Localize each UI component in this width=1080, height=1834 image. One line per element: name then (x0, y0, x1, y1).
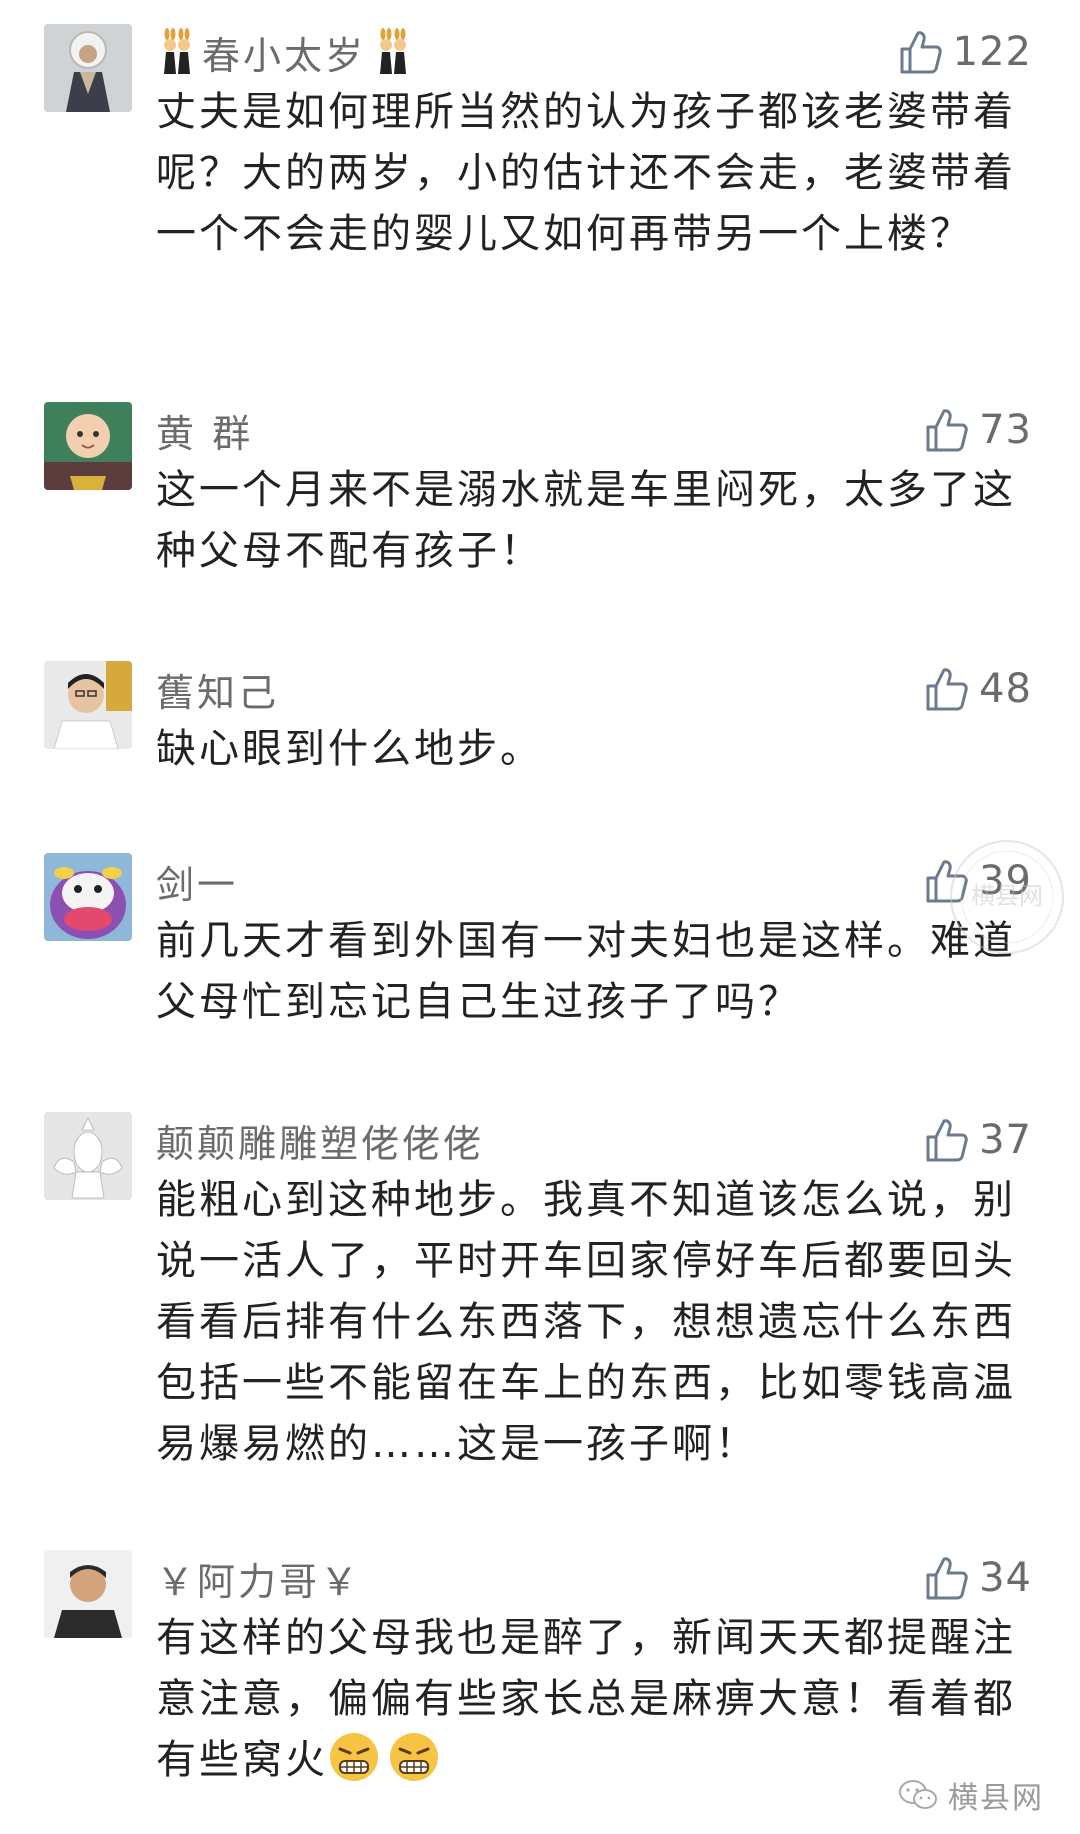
username[interactable]: ￥阿力哥￥ (156, 1551, 361, 1606)
like-button[interactable]: 73 (925, 404, 1032, 456)
like-count: 48 (979, 666, 1032, 712)
watermark-stamp-text: 横县网 (971, 883, 1043, 910)
grimacing-face-emoji (390, 1733, 438, 1781)
like-button[interactable]: 122 (899, 26, 1032, 78)
thumbs-up-icon (926, 668, 968, 711)
comment-header: 剑一 (156, 855, 238, 907)
bunny-girls-icon (164, 28, 190, 74)
username[interactable]: 黄 群 (156, 403, 253, 458)
comment-text: 这一个月来不是溺水就是车里闷死，太多了这种父母不配有孩子！ (156, 467, 1016, 574)
thumbs-up-icon (900, 31, 942, 74)
comment-header: 春小太岁 (156, 26, 412, 78)
like-count: 34 (979, 1555, 1032, 1601)
like-button[interactable]: 37 (925, 1114, 1032, 1166)
like-button[interactable]: 34 (925, 1552, 1032, 1604)
comment-text: 缺心眼到什么地步。 (156, 726, 543, 772)
like-button[interactable]: 48 (925, 663, 1032, 715)
like-count: 122 (952, 29, 1032, 75)
thumbs-up-icon (926, 409, 968, 452)
username[interactable]: 剑一 (156, 854, 238, 909)
comment-text-body: 有这样的父母我也是醉了，新闻天天都提醒注意注意，偏偏有些家长总是麻痹大意！看着都… (156, 1615, 1016, 1783)
comment-text: 前几天才看到外国有一对夫妇也是这样。难道父母忙到忘记自己生过孩子了吗？ (156, 918, 1016, 1025)
comment-text: 能粗心到这种地步。我真不知道该怎么说，别说一活人了，平时开车回家停好车后都要回头… (156, 1177, 1016, 1467)
username[interactable]: 春小太岁 (202, 25, 366, 80)
grimacing-face-emoji (330, 1733, 378, 1781)
comment-header: 黄 群 (156, 404, 253, 456)
avatar[interactable] (44, 1550, 132, 1638)
like-count: 73 (979, 407, 1032, 453)
like-count: 37 (979, 1117, 1032, 1163)
thumbs-up-icon (926, 1557, 968, 1600)
comment-list: 春小太岁 122 丈夫是如何理所当然的认为孩子都该老婆带着呢？大的两岁，小的估计… (0, 0, 1080, 1834)
thumbs-up-icon (926, 1119, 968, 1162)
footer-watermark: 横县网 (898, 1772, 1044, 1818)
avatar[interactable] (44, 1112, 132, 1200)
avatar[interactable] (44, 24, 132, 112)
wechat-icon (899, 1780, 937, 1809)
avatar[interactable] (44, 661, 132, 749)
avatar[interactable] (44, 402, 132, 490)
comment-text: 丈夫是如何理所当然的认为孩子都该老婆带着呢？大的两岁，小的估计还不会走，老婆带着… (156, 89, 1016, 257)
comment-header: ￥阿力哥￥ (156, 1552, 361, 1604)
watermark-stamp: 横县网 (950, 840, 1064, 954)
comment-header: 颠颠雕雕塑佬佬佬 (156, 1114, 484, 1166)
footer-watermark-text: 横县网 (948, 1782, 1044, 1815)
bunny-girls-icon (380, 28, 407, 74)
avatar[interactable] (44, 853, 132, 941)
comment-text: 有这样的父母我也是醉了，新闻天天都提醒注意注意，偏偏有些家长总是麻痹大意！看着都… (156, 1608, 1036, 1791)
username[interactable]: 颠颠雕雕塑佬佬佬 (156, 1113, 484, 1168)
username[interactable]: 舊知己 (156, 662, 279, 717)
comment-header: 舊知己 (156, 663, 279, 715)
